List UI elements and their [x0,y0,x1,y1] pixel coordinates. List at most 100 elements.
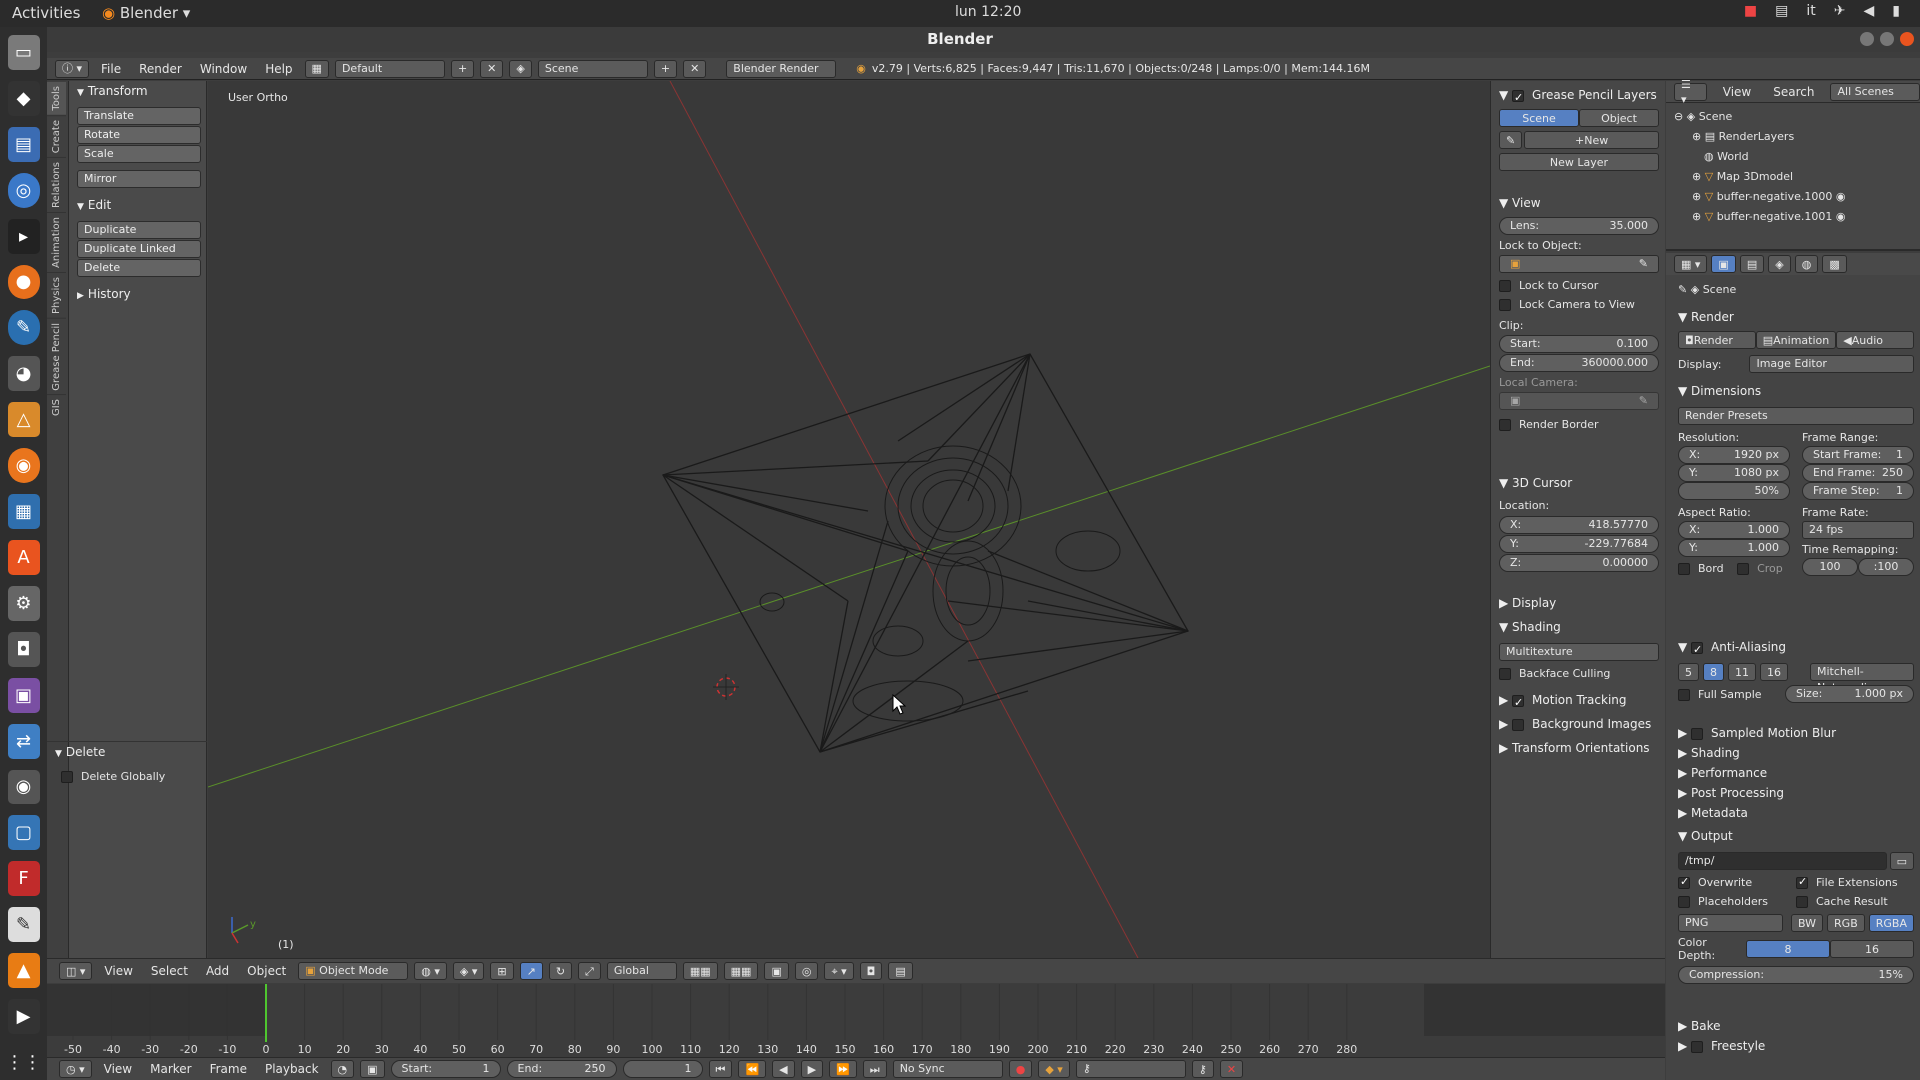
anti-aliasing-checkbox[interactable] [1691,640,1704,660]
lock-object-field[interactable]: ▣ ✎ [1499,255,1659,273]
eyedropper-icon[interactable]: ✎ [1639,256,1648,272]
play-icon[interactable]: ▶ [800,1060,824,1078]
rotate-button[interactable]: Rotate [77,126,201,144]
motion-tracking-checkbox[interactable] [1512,693,1525,713]
cache-result-checkbox[interactable] [1796,896,1808,908]
tab-physics[interactable]: Physics [47,271,66,318]
color-depth-8[interactable]: 8 [1746,940,1830,958]
cursor-z-field[interactable]: Z: 0.00000 [1499,554,1659,572]
editor-type-icon[interactable]: ⓘ ▾ [55,59,90,78]
texture-tab-icon[interactable]: ▩ [1822,255,1847,273]
keyboard-layout[interactable]: it [1806,3,1815,19]
lens-field[interactable]: Lens: 35.000 [1499,217,1659,235]
metadata-header[interactable]: ▶ Metadata [1678,803,1914,823]
volume-icon[interactable]: ◀ [1864,3,1875,19]
transform-orientation-select[interactable]: Global [606,962,677,980]
lock-layers-icon[interactable]: ▣ [764,962,789,980]
remap-new-field[interactable]: :100 [1858,558,1914,576]
backface-culling-option[interactable]: Backface Culling [1499,667,1659,680]
maximize-icon[interactable] [1880,32,1894,46]
proportional-edit-icon[interactable]: ◎ [794,962,819,980]
view3d-object-menu[interactable]: Object [241,964,292,978]
menu-help[interactable]: Help [259,62,298,76]
pencil-icon[interactable]: ✎ [1499,131,1523,149]
color-bw-button[interactable]: BW [1791,914,1824,932]
performance-header[interactable]: ▶ Performance [1678,763,1914,783]
compression-field[interactable]: Compression: 15% [1678,966,1914,984]
preview-range-icon[interactable]: ◔ [330,1060,355,1078]
end-frame-field[interactable]: End Frame: 250 [1802,464,1914,482]
render-border-option[interactable]: Render Border [1499,418,1659,431]
aa-samples-11[interactable]: 11 [1728,663,1756,681]
grease-pencil-layers-header[interactable]: ▼ Grease Pencil Layers [1499,85,1659,108]
network-icon[interactable]: ⇄ [7,723,40,759]
delete-globally-checkbox[interactable] [61,771,73,783]
camera-icon[interactable]: ◘ [7,631,40,667]
render-border-checkbox[interactable] [1499,419,1511,431]
timeline-frame-menu[interactable]: Frame [204,1062,253,1076]
show-apps-icon[interactable]: ⋮⋮ [6,1045,42,1080]
properties-type-icon[interactable]: ▦ ▾ [1674,255,1708,273]
outliner-search-menu[interactable]: Search [1767,85,1820,99]
app-menu[interactable]: ◉ Blender ▾ [102,4,190,22]
freestyle-header[interactable]: ▶ Freestyle [1678,1036,1914,1056]
draw-icon[interactable]: △ [7,402,40,438]
writer-icon[interactable]: ▤ [7,126,40,162]
file-extensions-checkbox[interactable] [1796,875,1808,889]
tab-tools[interactable]: Tools [47,81,66,115]
shading-render-header[interactable]: ▶ Shading [1678,743,1914,763]
photos-icon[interactable]: ▣ [7,677,40,713]
battery-icon[interactable]: ▮ [1892,3,1900,19]
activities-button[interactable]: Activities [12,4,80,22]
duplicate-button[interactable]: Duplicate [77,221,201,239]
output-panel-header[interactable]: ▼ Output [1678,826,1914,846]
file-extensions-option[interactable]: File Extensions [1796,875,1914,889]
aa-filter-select[interactable]: Mitchell-Netravali [1810,663,1914,694]
rotate-manipulator-icon[interactable]: ↻ [548,962,573,980]
jump-end-icon[interactable]: ⏭ [862,1060,887,1078]
remove-layout-icon[interactable]: ✕ [480,59,504,78]
vlc-icon[interactable]: ▲ [7,953,40,989]
snap-icon[interactable]: ⌖ ▾ [824,962,854,980]
opengl-render-icon[interactable]: ◘ [859,962,883,980]
remap-old-field[interactable]: 100 [1802,558,1858,576]
new-layer-button[interactable]: New Layer [1499,153,1659,171]
cursor-y-field[interactable]: Y: -229.77684 [1499,535,1659,553]
placeholders-option[interactable]: Placeholders [1678,895,1796,908]
scene-select[interactable]: Scene [537,59,648,78]
overwrite-option[interactable]: Overwrite [1678,875,1796,889]
duplicate-linked-button[interactable]: Duplicate Linked [77,240,201,258]
chromium-icon[interactable]: ◎ [7,172,40,208]
blender-dock-icon[interactable]: ◉ [7,448,40,484]
scene-tab-icon[interactable]: ◈ [1768,255,1791,273]
timeline-marker-menu[interactable]: Marker [144,1062,197,1076]
outliner-item-renderlayers[interactable]: ⊕ ▤ RenderLayers [1674,127,1920,147]
scale-button[interactable]: Scale [77,145,201,163]
text-editor-icon[interactable]: ✎ [7,907,40,943]
view3d-view-menu[interactable]: View [98,964,138,978]
3d-viewport[interactable]: User Ortho y (1) [208,81,1490,958]
inkscape-icon[interactable]: ◆ [7,80,40,116]
delete-keyframe-icon[interactable]: ✕ [1219,1060,1244,1078]
layout-select[interactable]: Default [334,59,445,78]
cursor-x-field[interactable]: X: 418.57770 [1499,516,1659,534]
delete-button[interactable]: Delete [77,259,201,277]
grease-pencil-checkbox[interactable] [1512,88,1525,108]
insert-keyframe-icon[interactable]: ⚷ [1191,1060,1214,1078]
keying-set-icon[interactable]: ◆ ▾ [1038,1060,1070,1078]
background-images-checkbox[interactable] [1512,718,1525,731]
jump-keyframe-forward-icon[interactable]: ⏩ [829,1060,857,1078]
firefox-icon[interactable]: ● [7,264,40,300]
render-audio-button[interactable]: ◀ Audio [1836,331,1914,349]
output-path-input[interactable]: /tmp/ [1678,852,1887,870]
outliner-view-menu[interactable]: View [1717,85,1757,99]
outliner-item-buffer-1001[interactable]: ⊕ ▽ buffer-negative.1001 ◉ [1674,207,1920,227]
display-panel-header[interactable]: ▶ Display [1499,593,1659,613]
clip-end-field[interactable]: End: 360000.000 [1499,354,1659,372]
grease-object-tab[interactable]: Object [1579,109,1659,127]
timeline-ruler[interactable]: -50 -40 -30 -20 -10 0 10 20 30 40 50 60 70 80 90 100 110… [47,984,1665,1057]
3d-cursor-panel-header[interactable]: ▼ 3D Cursor [1499,473,1659,493]
resolution-percentage-field[interactable]: 50% [1678,482,1790,500]
aa-samples-8[interactable]: 8 [1703,663,1724,681]
render-animation-button[interactable]: ▤ Animation [1755,331,1837,349]
